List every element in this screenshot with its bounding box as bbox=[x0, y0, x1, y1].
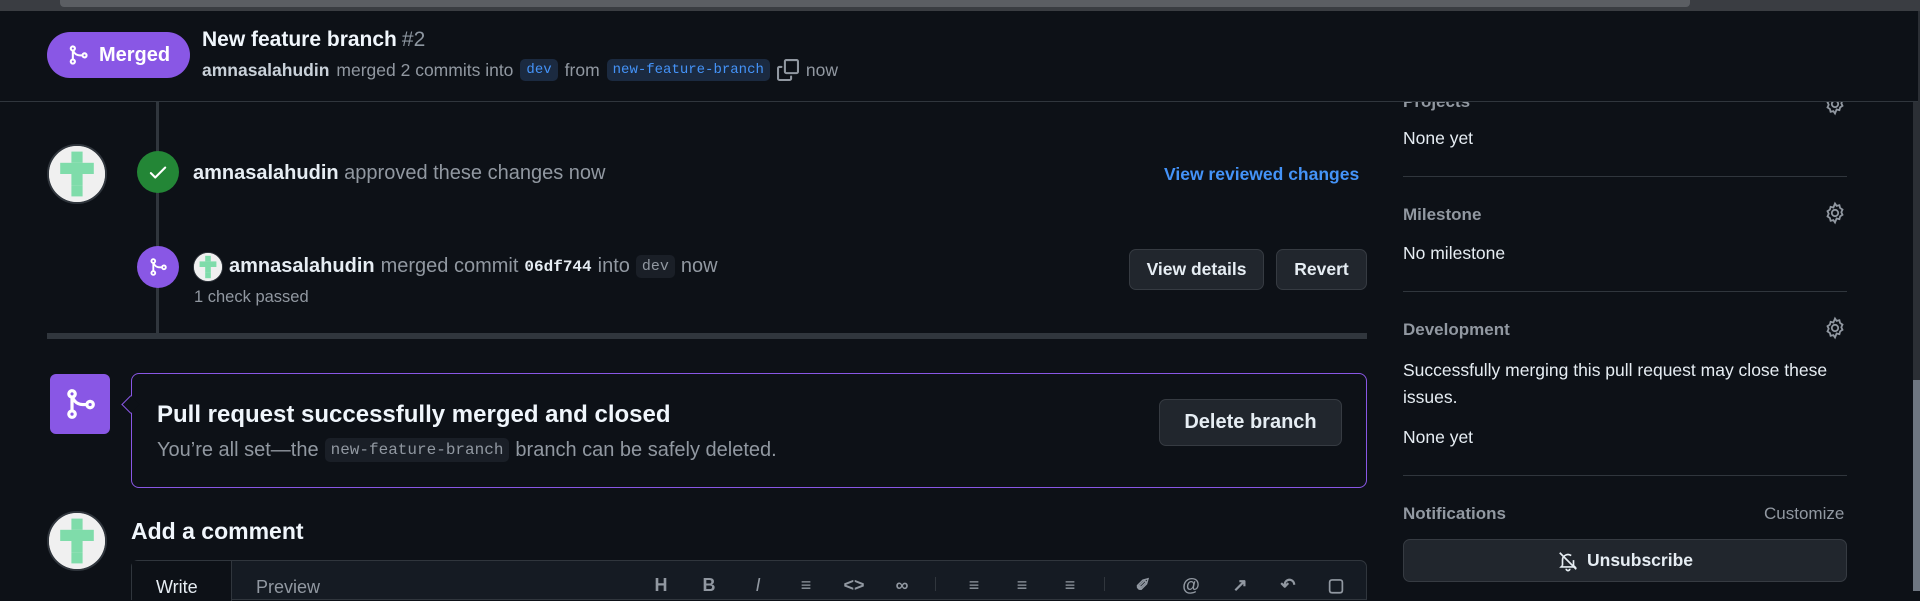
checks-status[interactable]: 1 check passed bbox=[194, 288, 309, 307]
unsubscribe-label: Unsubscribe bbox=[1587, 550, 1693, 570]
bold-icon[interactable]: B bbox=[697, 575, 721, 595]
pr-time: now bbox=[805, 59, 838, 80]
sidebar-divider bbox=[1403, 176, 1847, 177]
pr-from-text: from bbox=[564, 59, 600, 80]
head-branch-chip[interactable]: new-feature-branch bbox=[606, 59, 770, 81]
copy-icon[interactable] bbox=[776, 59, 799, 81]
unordered-list-icon[interactable]: ≡ bbox=[1010, 575, 1034, 595]
approved-event-icon bbox=[137, 151, 179, 193]
merge-sub-prefix: You’re all set—the bbox=[157, 438, 319, 461]
pr-title-text: New feature branch bbox=[202, 28, 397, 51]
view-reviewed-changes-link[interactable]: View reviewed changes bbox=[1164, 164, 1359, 185]
customize-link[interactable]: Customize bbox=[1764, 504, 1844, 524]
reference-icon[interactable]: ↗ bbox=[1228, 575, 1252, 595]
identicon bbox=[49, 513, 105, 569]
mention-icon[interactable]: @ bbox=[1179, 575, 1203, 595]
sidebar-development-label[interactable]: Development bbox=[1403, 320, 1510, 340]
sidebar-divider bbox=[1403, 291, 1847, 292]
sidebar-notifications-label: Notifications bbox=[1403, 504, 1506, 523]
merge-merged-text: merged commit bbox=[380, 255, 519, 277]
heading-icon[interactable]: H bbox=[649, 575, 673, 595]
pr-meta: amnasalahudin merged 2 commits into dev … bbox=[202, 59, 838, 81]
ordered-list-icon[interactable]: ≡ bbox=[962, 575, 986, 595]
sidebar-projects-value: None yet bbox=[1403, 128, 1474, 148]
sidebar-development-description: Successfully merging this pull request m… bbox=[1403, 360, 1828, 407]
merge-event-text: amnasalahudin merged commit 06df744 into… bbox=[229, 255, 718, 278]
development-gear-icon[interactable] bbox=[1823, 316, 1847, 340]
identicon bbox=[49, 146, 105, 202]
merge-status-subtitle: You’re all set—the new-feature-branch br… bbox=[157, 438, 777, 462]
timeline-end-divider bbox=[47, 333, 1367, 339]
tab-preview[interactable]: Preview bbox=[256, 577, 320, 598]
sidebar-milestone-label[interactable]: Milestone bbox=[1403, 205, 1481, 225]
approval-text: approved these changes now bbox=[344, 162, 606, 184]
merge-icon bbox=[67, 389, 95, 419]
base-branch-chip[interactable]: dev bbox=[520, 59, 558, 81]
sidebar-development-value: None yet bbox=[1403, 427, 1474, 447]
approval-user-link[interactable]: amnasalahudin bbox=[193, 162, 339, 184]
bell-slash-icon bbox=[1559, 551, 1577, 571]
merge-sub-branch-chip[interactable]: new-feature-branch bbox=[324, 438, 510, 462]
sidebar-divider bbox=[1403, 475, 1847, 476]
merge-user-link[interactable]: amnasalahudin bbox=[229, 255, 375, 278]
link-icon[interactable]: ∞ bbox=[890, 575, 914, 595]
milestone-gear-icon[interactable] bbox=[1823, 201, 1847, 225]
toolbar-divider bbox=[1104, 577, 1105, 591]
commit-sha-link[interactable]: 06df744 bbox=[524, 258, 591, 276]
scrollbar-thumb[interactable] bbox=[1913, 380, 1920, 591]
check-icon bbox=[149, 166, 167, 179]
merge-sub-suffix: branch can be safely deleted. bbox=[515, 438, 777, 461]
merge-into-text: into bbox=[597, 255, 630, 277]
merge-time: now bbox=[680, 255, 718, 277]
timeline-line bbox=[156, 101, 159, 334]
window-top-strip-inner bbox=[60, 0, 1690, 7]
italic-icon[interactable]: I bbox=[746, 575, 770, 595]
reply-icon[interactable]: ↶ bbox=[1276, 575, 1300, 595]
revert-button[interactable]: Revert bbox=[1276, 249, 1367, 290]
tab-write-label: Write bbox=[156, 577, 198, 597]
merge-icon bbox=[69, 45, 88, 65]
merged-status-badge: Merged bbox=[47, 32, 190, 78]
identicon bbox=[194, 253, 222, 281]
pr-sticky-header: Merged New feature branch #2 amnasalahudi… bbox=[0, 11, 1918, 102]
code-icon[interactable]: <> bbox=[842, 575, 866, 595]
avatar[interactable] bbox=[47, 511, 107, 571]
delete-branch-button[interactable]: Delete branch bbox=[1159, 399, 1342, 446]
unsubscribe-button[interactable]: Unsubscribe bbox=[1403, 539, 1847, 582]
avatar-small[interactable] bbox=[193, 252, 223, 282]
view-details-button[interactable]: View details bbox=[1129, 249, 1264, 290]
merge-branch-chip[interactable]: dev bbox=[635, 255, 675, 278]
merged-event-icon bbox=[137, 246, 179, 288]
toolbar-divider bbox=[935, 577, 936, 591]
pr-author-link[interactable]: amnasalahudin bbox=[202, 60, 329, 81]
avatar[interactable] bbox=[47, 144, 107, 204]
add-comment-title: Add a comment bbox=[131, 518, 304, 544]
fullscreen-icon[interactable]: ▢ bbox=[1324, 575, 1348, 595]
merge-status-icon-box bbox=[50, 374, 110, 434]
attach-icon[interactable]: ✐ bbox=[1131, 575, 1155, 595]
pr-number: #2 bbox=[401, 28, 426, 51]
tab-write[interactable]: Write bbox=[132, 561, 232, 601]
quote-icon[interactable]: ≡ bbox=[794, 575, 818, 595]
approval-event-text: amnasalahudin approved these changes now bbox=[193, 162, 605, 185]
pr-title: New feature branch #2 bbox=[202, 28, 425, 52]
merged-status-label: Merged bbox=[98, 43, 171, 66]
task-list-icon[interactable]: ≡ bbox=[1058, 575, 1082, 595]
sidebar-milestone-value: No milestone bbox=[1403, 243, 1506, 263]
pr-merged-text: merged 2 commits into bbox=[336, 59, 514, 80]
merge-status-title: Pull request successfully merged and clo… bbox=[157, 401, 671, 428]
merge-icon bbox=[150, 258, 167, 276]
